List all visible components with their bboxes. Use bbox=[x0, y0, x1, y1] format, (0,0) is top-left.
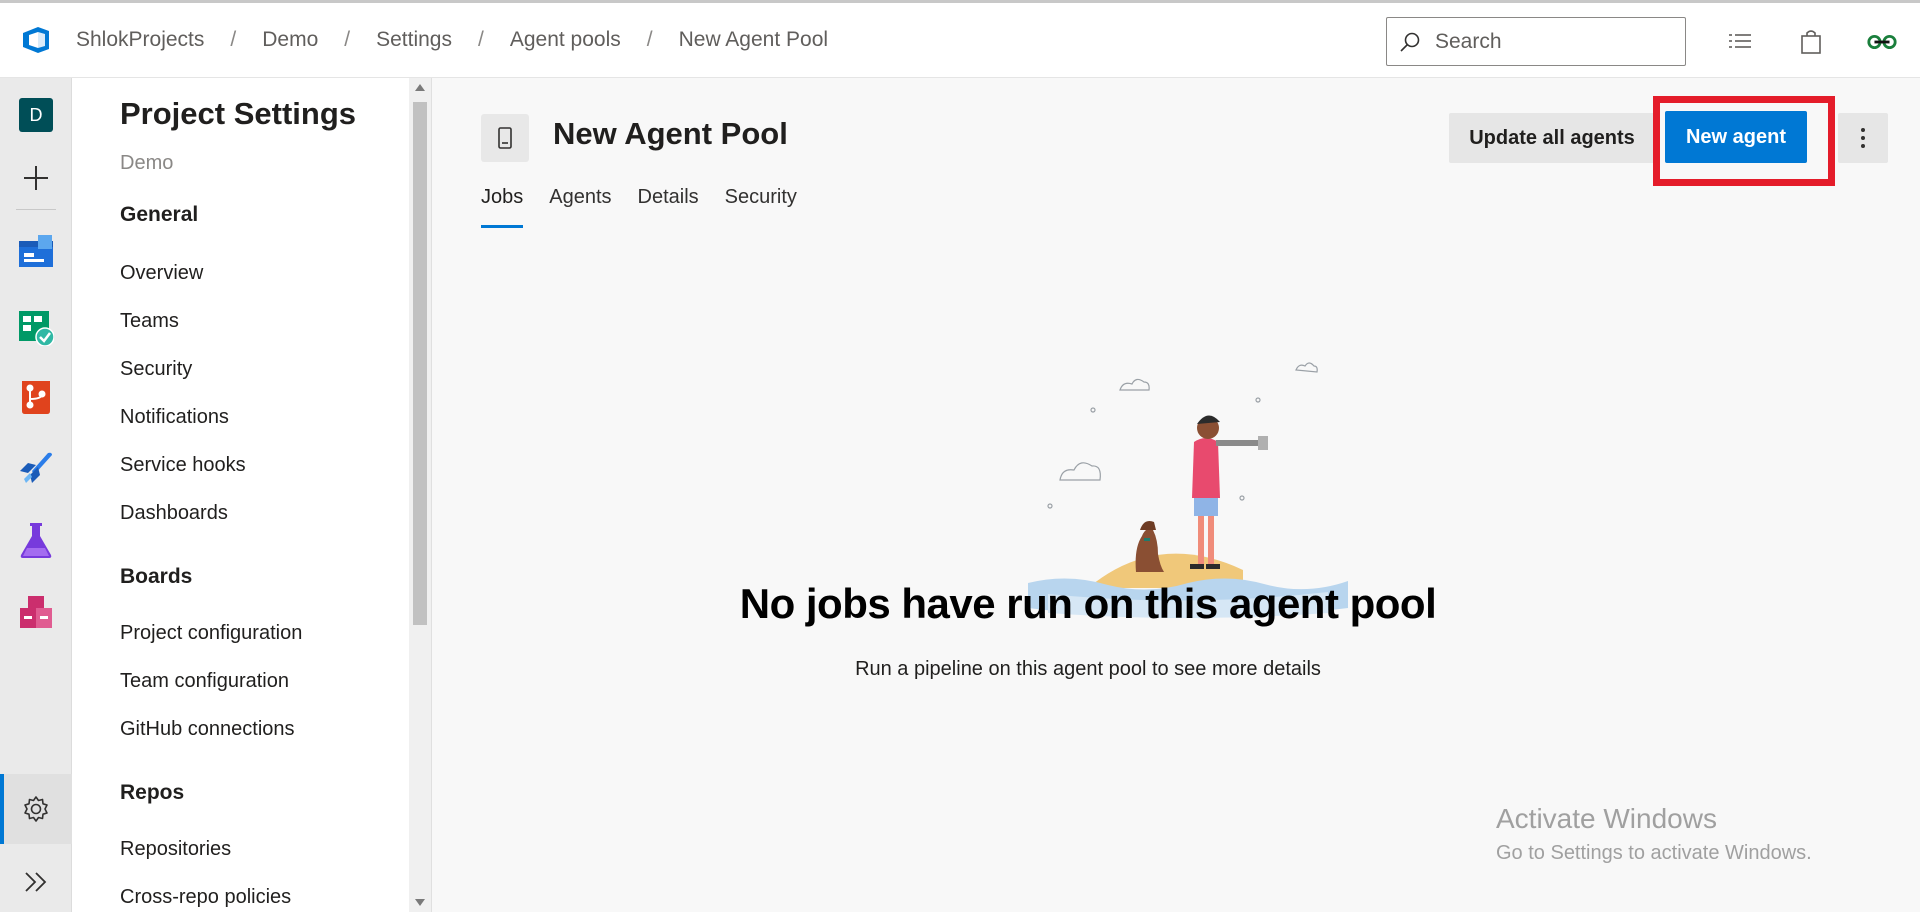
pipelines-icon[interactable] bbox=[14, 445, 58, 489]
breadcrumb: ShlokProjects / Demo / Settings / Agent … bbox=[72, 28, 832, 52]
sidebar-item-dashboards[interactable]: Dashboards bbox=[120, 502, 228, 525]
expand-icon[interactable] bbox=[14, 860, 58, 904]
section-general: General bbox=[120, 203, 199, 226]
cloud-shape bbox=[1295, 362, 1318, 373]
azure-devops-logo[interactable] bbox=[0, 3, 72, 78]
sidebar-item-security[interactable]: Security bbox=[120, 358, 192, 381]
empty-state-subtitle: Run a pipeline on this agent pool to see… bbox=[855, 658, 1321, 680]
main-content: New Agent Pool Update all agents New age… bbox=[433, 78, 1920, 912]
top-bar: ShlokProjects / Demo / Settings / Agent … bbox=[0, 0, 1920, 78]
more-options-button[interactable] bbox=[1838, 113, 1888, 163]
new-agent-button[interactable]: New agent bbox=[1665, 111, 1807, 163]
breadcrumb-separator: / bbox=[478, 28, 484, 51]
cloud-shape bbox=[1059, 462, 1101, 481]
more-vertical-icon bbox=[1861, 128, 1865, 148]
new-icon[interactable] bbox=[14, 156, 58, 200]
breadcrumb-project[interactable]: Demo bbox=[258, 28, 322, 52]
overview-icon[interactable] bbox=[14, 230, 58, 274]
sidebar-item-github-connections[interactable]: GitHub connections bbox=[120, 718, 295, 741]
task-list-icon[interactable] bbox=[1724, 27, 1756, 57]
activate-windows-hint: Go to Settings to activate Windows. bbox=[1496, 842, 1812, 864]
search-input[interactable]: Search bbox=[1386, 17, 1686, 66]
tab-jobs[interactable]: Jobs bbox=[481, 186, 524, 228]
user-settings-icon[interactable] bbox=[1866, 27, 1898, 57]
breadcrumb-organization[interactable]: ShlokProjects bbox=[72, 28, 208, 52]
scrollbar-thumb[interactable] bbox=[413, 102, 427, 625]
sidebar-scrollbar[interactable] bbox=[409, 78, 431, 912]
person-shape bbox=[1190, 415, 1268, 569]
cloud-shape bbox=[1119, 378, 1150, 391]
sidebar-subtitle: Demo bbox=[120, 152, 174, 174]
search-placeholder: Search bbox=[1435, 29, 1502, 53]
marketplace-bag-icon[interactable] bbox=[1795, 27, 1827, 57]
avatar-letter: D bbox=[19, 98, 53, 132]
breadcrumb-current-pool[interactable]: New Agent Pool bbox=[675, 28, 832, 52]
test-plans-icon[interactable] bbox=[14, 518, 58, 562]
dog-shape bbox=[1135, 521, 1164, 572]
boards-icon[interactable] bbox=[14, 306, 58, 350]
scroll-down-icon[interactable] bbox=[415, 899, 425, 906]
scroll-up-icon[interactable] bbox=[415, 84, 425, 91]
empty-state-title: No jobs have run on this agent pool bbox=[739, 580, 1437, 627]
search-icon bbox=[1400, 32, 1420, 52]
breadcrumb-agent-pools[interactable]: Agent pools bbox=[506, 28, 625, 52]
sidebar-item-overview[interactable]: Overview bbox=[120, 262, 203, 285]
sidebar-item-notifications[interactable]: Notifications bbox=[120, 406, 229, 429]
update-all-agents-button[interactable]: Update all agents bbox=[1449, 113, 1655, 163]
rail-divider bbox=[16, 209, 56, 210]
project-avatar[interactable]: D bbox=[14, 93, 58, 137]
pool-tabs: Jobs Agents Details Security bbox=[481, 186, 823, 228]
tab-details[interactable]: Details bbox=[638, 186, 699, 228]
page-title: New Agent Pool bbox=[553, 116, 788, 151]
breadcrumb-separator: / bbox=[230, 28, 237, 51]
artifacts-icon[interactable] bbox=[14, 590, 58, 634]
activate-windows-watermark: Activate Windows bbox=[1496, 803, 1717, 834]
sidebar-item-teams[interactable]: Teams bbox=[120, 310, 179, 333]
sidebar-item-project-configuration[interactable]: Project configuration bbox=[120, 622, 302, 645]
breadcrumb-separator: / bbox=[344, 28, 351, 51]
empty-state-illustration bbox=[1028, 362, 1348, 618]
sidebar-item-cross-repo-policies[interactable]: Cross-repo policies bbox=[120, 886, 291, 909]
tab-agents[interactable]: Agents bbox=[549, 186, 611, 228]
sidebar-title: Project Settings bbox=[120, 96, 356, 131]
section-repos: Repos bbox=[120, 781, 185, 804]
sidebar-item-team-configuration[interactable]: Team configuration bbox=[120, 670, 289, 693]
breadcrumb-settings[interactable]: Settings bbox=[372, 28, 456, 52]
repos-icon[interactable] bbox=[14, 374, 58, 418]
section-boards: Boards bbox=[120, 565, 193, 588]
sidebar-item-service-hooks[interactable]: Service hooks bbox=[120, 454, 246, 477]
left-nav-rail: D bbox=[0, 78, 72, 912]
breadcrumb-separator: / bbox=[646, 28, 653, 51]
agent-pool-icon bbox=[481, 114, 529, 162]
tab-security[interactable]: Security bbox=[725, 186, 797, 228]
settings-icon[interactable] bbox=[14, 787, 58, 831]
project-settings-sidebar: Project Settings Demo General Overview T… bbox=[72, 78, 432, 912]
sidebar-item-repositories[interactable]: Repositories bbox=[120, 838, 231, 861]
